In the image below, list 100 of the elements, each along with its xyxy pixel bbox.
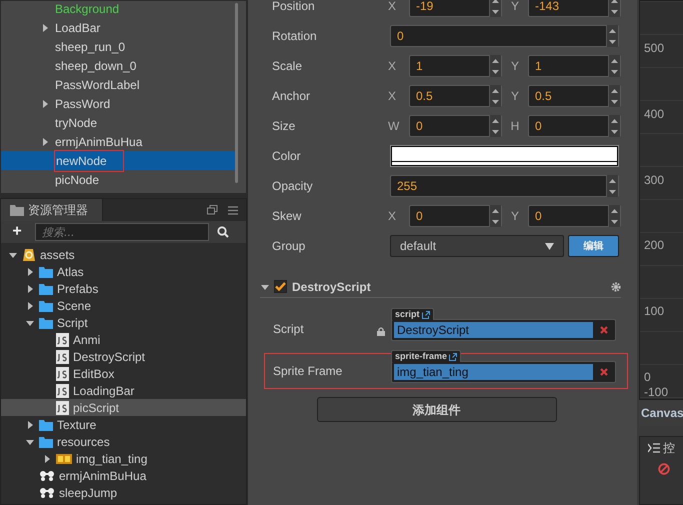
property-label: Skew	[272, 208, 302, 225]
asset-item[interactable]: Prefabs	[1, 280, 246, 297]
collapse-arrow-icon[interactable]	[9, 250, 17, 258]
spinner-arrows-icon[interactable]	[608, 0, 620, 17]
expand-arrow-icon[interactable]	[41, 138, 49, 146]
expand-arrow-icon[interactable]	[26, 302, 34, 310]
axis-label: X	[387, 58, 398, 75]
ruler-label: 0	[644, 370, 652, 386]
number-field[interactable]: -143	[528, 0, 621, 17]
collapse-arrow-icon[interactable]	[26, 318, 34, 326]
add-component-button[interactable]: 添加组件	[316, 397, 556, 422]
spinner-arrows-icon[interactable]	[489, 85, 501, 107]
hierarchy-item[interactable]: newNode	[1, 151, 235, 170]
property-label: Position	[272, 0, 316, 15]
axis-label: Y	[510, 88, 520, 105]
image-thumbnail-icon	[56, 454, 72, 464]
spinner-arrows-icon[interactable]	[489, 0, 501, 17]
number-field[interactable]: 255	[390, 175, 619, 197]
hierarchy-item[interactable]: ermjAnimBuHua	[1, 132, 235, 151]
popout-icon[interactable]	[207, 205, 218, 215]
settings-icon[interactable]	[611, 282, 621, 292]
number-field[interactable]: 0	[390, 25, 619, 47]
asset-item[interactable]: Atlas	[1, 263, 246, 280]
skeleton-icon	[39, 470, 55, 482]
ruler-label: -100	[644, 385, 670, 399]
assets-panel-tab[interactable]: 资源管理器	[1, 199, 103, 221]
asset-reference-field[interactable]: img_tian_ting	[394, 364, 593, 380]
console-icon	[648, 443, 660, 453]
clear-icon[interactable]	[600, 326, 608, 334]
expand-arrow-icon[interactable]	[41, 24, 49, 32]
asset-item[interactable]: img_tian_ting	[1, 450, 246, 467]
color-swatch[interactable]	[390, 145, 619, 167]
asset-item[interactable]: EditBox	[1, 365, 246, 382]
js-file-icon	[56, 400, 69, 414]
number-field[interactable]: 0	[528, 205, 621, 227]
clear-console-icon[interactable]	[658, 463, 670, 475]
hierarchy-item[interactable]: PassWordLabel	[1, 75, 235, 94]
hierarchy-item[interactable]: Background	[1, 1, 235, 18]
property-label: Group	[272, 238, 306, 255]
hierarchy-item[interactable]: picNode	[1, 170, 235, 189]
spinner-arrows-icon[interactable]	[606, 25, 618, 47]
asset-item[interactable]: DestroyScript	[1, 348, 246, 365]
spinner-arrows-icon[interactable]	[608, 85, 620, 107]
hierarchy-item[interactable]: sheep_down_0	[1, 56, 235, 75]
asset-item[interactable]: ermjAnimBuHua	[1, 467, 246, 484]
menu-icon[interactable]	[228, 206, 238, 214]
number-field[interactable]: -19	[409, 0, 502, 17]
asset-item[interactable]: picScript	[1, 399, 246, 416]
js-file-icon	[56, 366, 69, 380]
external-link-icon	[449, 352, 458, 360]
asset-item[interactable]: Scene	[1, 297, 246, 314]
hierarchy-item[interactable]: sheep_run_0	[1, 37, 235, 56]
asset-item[interactable]: Anmi	[1, 331, 246, 348]
asset-item[interactable]: Script	[1, 314, 246, 331]
number-field[interactable]: 0	[409, 205, 502, 227]
spinner-arrows-icon[interactable]	[608, 115, 620, 137]
expand-arrow-icon[interactable]	[26, 420, 34, 428]
collapse-arrow-icon[interactable]	[261, 282, 269, 290]
expand-arrow-icon[interactable]	[26, 268, 34, 276]
search-field[interactable]: 搜索...	[35, 223, 209, 241]
enabled-checkbox[interactable]	[274, 280, 287, 293]
number-field[interactable]: 0	[528, 115, 621, 137]
asset-item[interactable]: Texture	[1, 416, 246, 433]
property-label: Script	[273, 321, 305, 338]
spinner-arrows-icon[interactable]	[489, 55, 501, 77]
hierarchy-item[interactable]: PassWord	[1, 94, 235, 113]
spinner-arrows-icon[interactable]	[608, 205, 620, 227]
hierarchy-item[interactable]: LoadBar	[1, 18, 235, 37]
property-label: Sprite Frame	[273, 363, 344, 380]
clear-icon[interactable]	[600, 368, 608, 376]
number-field[interactable]: 0	[409, 115, 502, 137]
asset-item[interactable]: sleepJump	[1, 484, 246, 501]
spinner-arrows-icon[interactable]	[608, 55, 620, 77]
group-dropdown[interactable]: default	[390, 235, 564, 257]
spinner-arrows-icon[interactable]	[489, 205, 501, 227]
asset-item[interactable]: assets	[1, 246, 246, 263]
spinner-arrows-icon[interactable]	[489, 115, 501, 137]
property-label: Rotation	[272, 28, 318, 45]
folder-icon	[39, 300, 53, 312]
canvas-tab[interactable]: Canvas	[641, 404, 683, 422]
asset-item[interactable]: LoadingBar	[1, 382, 246, 399]
add-button[interactable]: +	[7, 224, 27, 240]
spinner-arrows-icon[interactable]	[606, 175, 618, 197]
search-icon[interactable]	[217, 226, 229, 238]
number-field[interactable]: 1	[409, 55, 502, 77]
axis-label: Y	[510, 58, 520, 75]
number-field[interactable]: 1	[528, 55, 621, 77]
hierarchy-item[interactable]: tryNode	[1, 113, 235, 132]
asset-item[interactable]: resources	[1, 433, 246, 450]
js-file-icon	[56, 350, 69, 364]
expand-arrow-icon[interactable]	[43, 454, 51, 462]
number-field[interactable]: 0.5	[409, 85, 502, 107]
asset-reference-field[interactable]: DestroyScript	[394, 322, 593, 338]
collapse-arrow-icon[interactable]	[26, 438, 34, 446]
expand-arrow-icon[interactable]	[26, 284, 34, 292]
number-field[interactable]: 0.5	[528, 85, 621, 107]
ruler-label: 100	[644, 304, 666, 320]
dropdown-caret-icon	[545, 242, 554, 250]
expand-arrow-icon[interactable]	[41, 100, 49, 108]
scrollbar[interactable]	[235, 3, 238, 183]
